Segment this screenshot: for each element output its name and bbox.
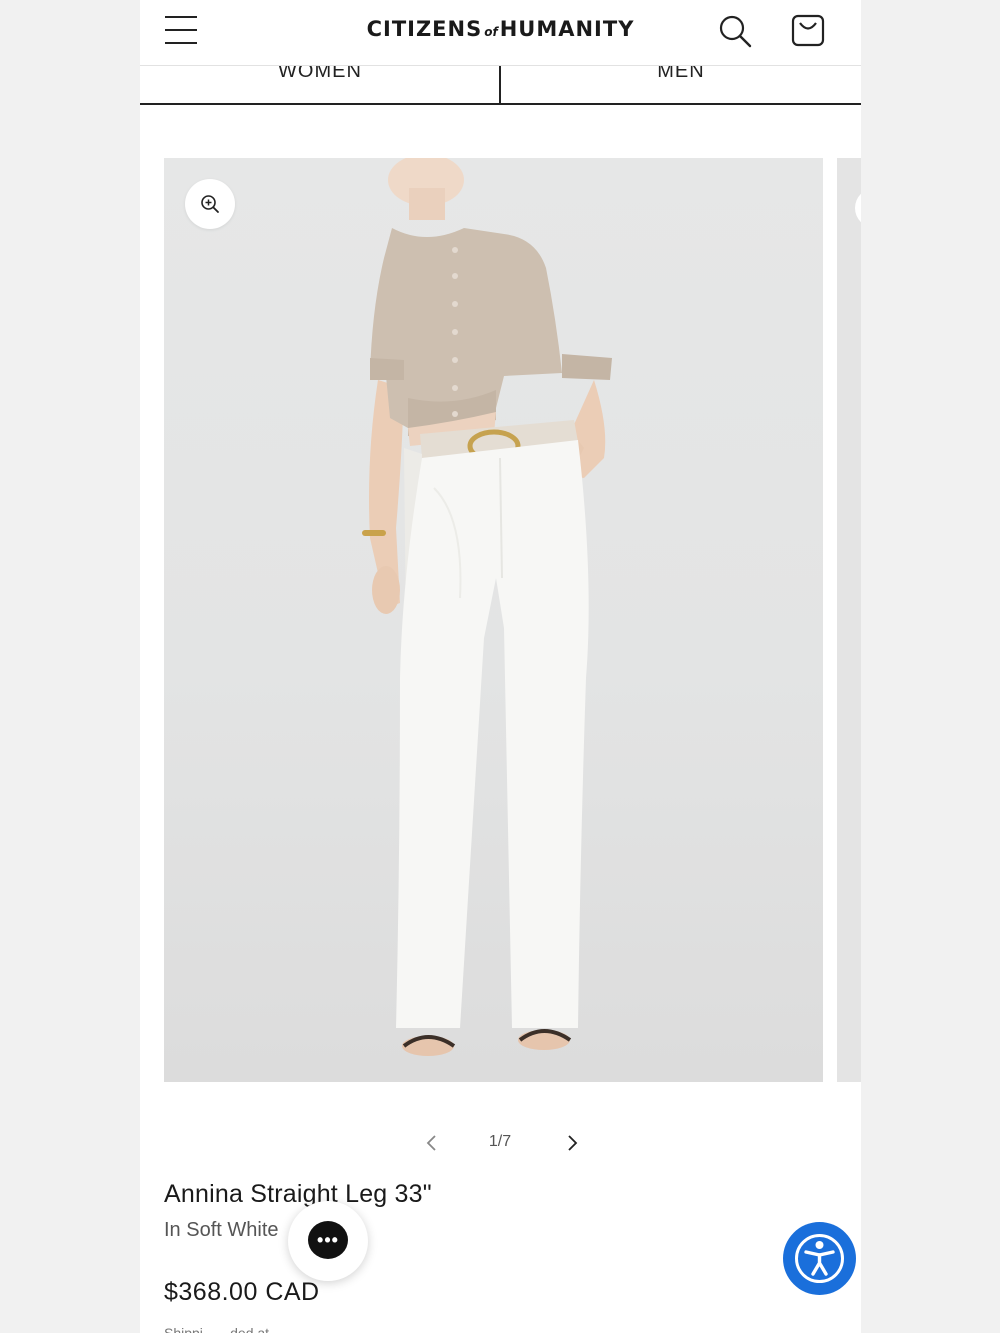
cart-icon	[791, 14, 825, 47]
tab-men[interactable]: MEN	[501, 66, 861, 103]
next-image-button[interactable]	[560, 1131, 584, 1155]
product-image[interactable]	[164, 158, 823, 1082]
chevron-right-icon	[568, 1135, 578, 1151]
next-zoom-button[interactable]	[855, 188, 861, 228]
cart-button[interactable]	[790, 12, 826, 48]
product-title: Annina Straight Leg 33"	[164, 1180, 432, 1208]
accessibility-icon	[795, 1234, 844, 1283]
zoom-in-icon	[201, 195, 219, 213]
previous-image-button[interactable]	[420, 1131, 444, 1155]
model-photo	[362, 158, 612, 1056]
chevron-left-icon	[426, 1135, 436, 1151]
search-button[interactable]	[718, 14, 752, 48]
brand-name-right: HUMANITY	[499, 17, 635, 41]
tab-women-label: WOMEN	[278, 66, 362, 82]
tab-women[interactable]: WOMEN	[140, 66, 500, 103]
brand-logo[interactable]: CITIZENS ofHUMANITY	[140, 17, 861, 41]
product-variant: In Soft White	[164, 1219, 279, 1241]
next-product-image-peek[interactable]	[837, 158, 861, 1082]
brand-name-left: CITIZENS	[366, 17, 483, 41]
product-price: $368.00 CAD	[164, 1278, 320, 1306]
chat-icon: •••	[308, 1221, 348, 1259]
search-icon	[719, 15, 752, 48]
shipping-note: Shippi... ...ded at	[164, 1325, 270, 1333]
chat-button[interactable]: •••	[288, 1201, 368, 1281]
image-counter: 1/7	[488, 1133, 512, 1150]
zoom-button[interactable]	[185, 179, 235, 229]
tab-men-label: MEN	[657, 66, 705, 82]
site-header: CITIZENS ofHUMANITY	[140, 0, 861, 66]
product-page: CITIZENS ofHUMANITY WOMEN MEN 1/7 Annina…	[140, 0, 861, 1333]
accessibility-button[interactable]	[783, 1222, 856, 1295]
menu-icon-line	[165, 42, 197, 44]
brand-name-of: of	[484, 25, 498, 39]
gender-tabs: WOMEN MEN	[140, 66, 861, 105]
gallery-pager: 1/7	[140, 1125, 861, 1161]
